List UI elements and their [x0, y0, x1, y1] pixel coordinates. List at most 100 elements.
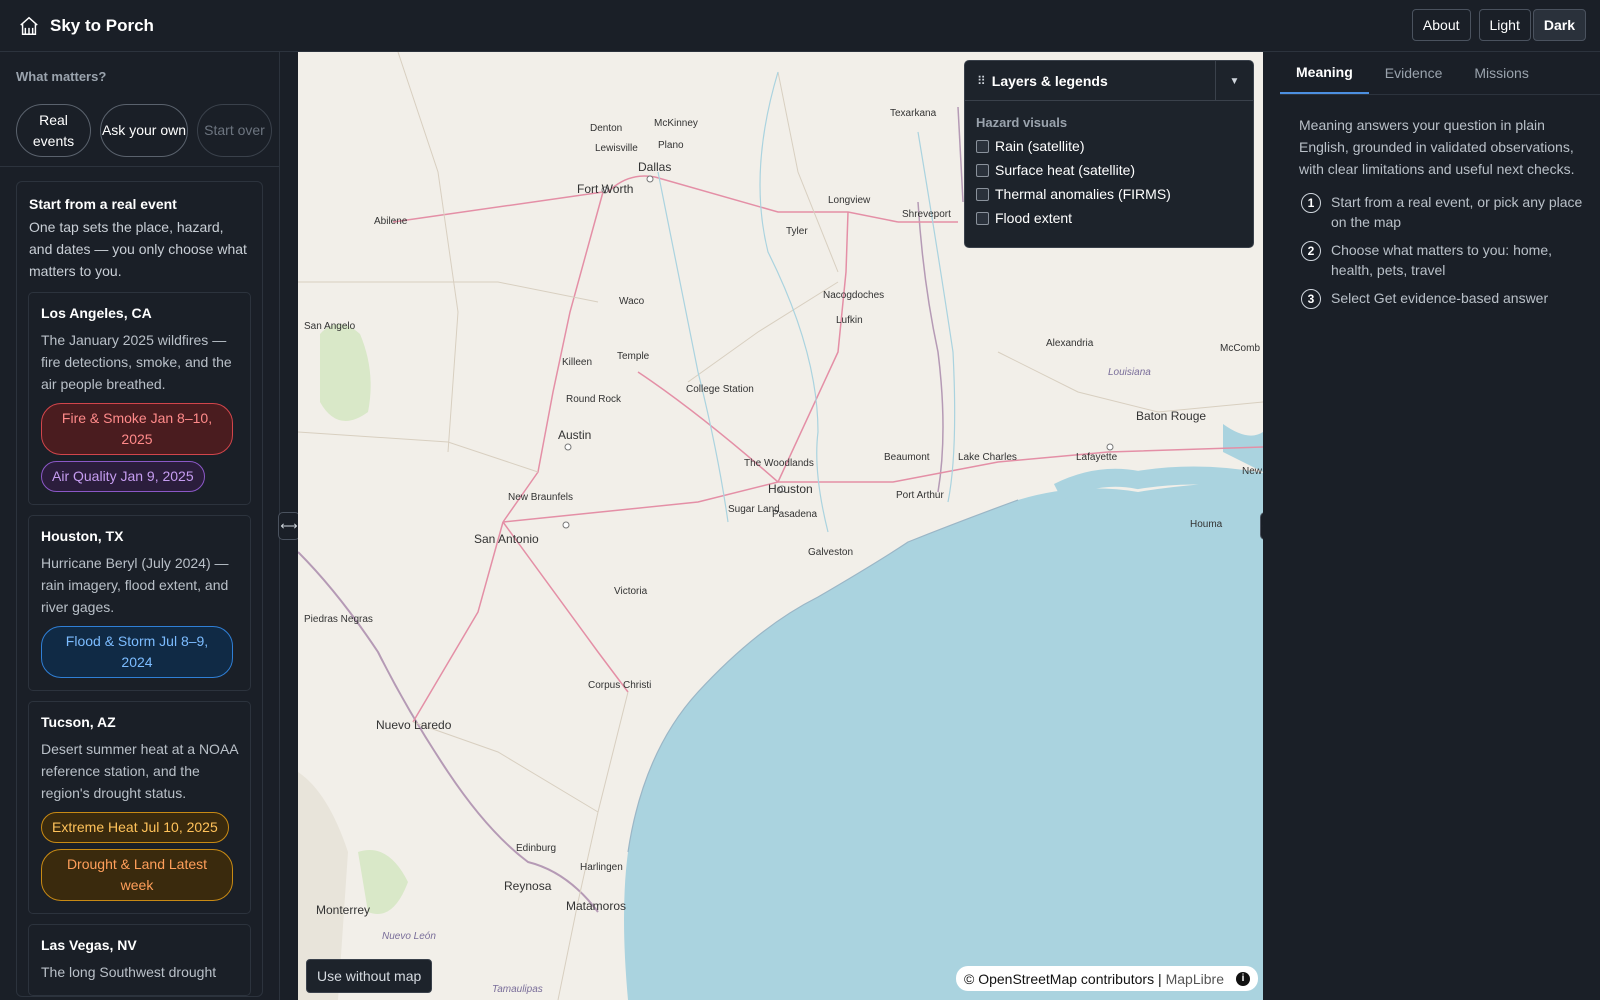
real-events-button[interactable]: Real events: [16, 104, 91, 157]
road: [997, 351, 1263, 413]
drought-land-chip[interactable]: Drought & Land Latest week: [41, 849, 233, 901]
map-label: Alexandria: [1046, 338, 1094, 349]
layer-option-rain[interactable]: Rain (satellite): [976, 138, 1253, 154]
event-title: Tucson, AZ: [41, 714, 116, 730]
right-panel: Meaning Evidence Missions Meaning answer…: [1263, 52, 1600, 1000]
map-label: Reynosa: [504, 879, 552, 893]
step-number: 3: [1301, 289, 1321, 309]
map-label: Lafayette: [1076, 452, 1118, 463]
map-label: Houma: [1190, 519, 1223, 530]
light-theme-button[interactable]: Light: [1478, 9, 1531, 41]
step-item: 3 Select Get evidence-based answer: [1301, 288, 1590, 309]
map-label: Port Arthur: [896, 490, 944, 501]
thermal-checkbox[interactable]: [976, 187, 989, 201]
event-description: Hurricane Beryl (July 2024) — rain image…: [41, 555, 229, 615]
chevron-down-icon: ▼: [1229, 75, 1240, 87]
map-label: Abilene: [374, 216, 408, 227]
layer-label: Flood extent: [995, 210, 1073, 226]
air-quality-chip[interactable]: Air Quality Jan 9, 2025: [41, 461, 205, 492]
tab-evidence[interactable]: Evidence: [1369, 52, 1459, 94]
surface-heat-checkbox[interactable]: [976, 163, 989, 177]
map-label: New Braunfels: [508, 492, 573, 503]
rain-checkbox[interactable]: [976, 139, 989, 153]
map-label: Galveston: [808, 547, 853, 558]
step-item: 2 Choose what matters to you: home, healt…: [1301, 240, 1590, 280]
map-label: Longview: [828, 195, 871, 206]
app-header: Sky to Porch About Light Dark: [0, 0, 1600, 52]
map-label: Dallas: [638, 160, 671, 174]
dark-theme-button[interactable]: Dark: [1532, 9, 1586, 41]
tab-meaning[interactable]: Meaning: [1280, 52, 1369, 94]
layer-option-flood[interactable]: Flood extent: [976, 210, 1253, 226]
highway: [412, 521, 504, 723]
use-without-map-button[interactable]: Use without map: [306, 959, 433, 993]
border: [957, 106, 964, 203]
highway: [502, 521, 629, 693]
map-label: McComb: [1220, 343, 1260, 354]
map-label: Corpus Christi: [588, 680, 651, 691]
brand[interactable]: Sky to Porch: [18, 15, 154, 37]
map-label: Matamoros: [566, 899, 626, 913]
border: [917, 201, 944, 493]
left-panel: What matters? Real events Ask your own S…: [0, 52, 280, 1000]
event-description: Desert summer heat at a NOAA reference s…: [41, 741, 238, 801]
layer-label: Surface heat (satellite): [995, 162, 1136, 178]
map-label: San Angelo: [304, 321, 356, 332]
event-card-las-vegas: Las Vegas, NV The long Southwest drought: [28, 924, 251, 996]
left-resize-handle[interactable]: ⟷: [278, 512, 300, 540]
map-label: Waco: [619, 296, 645, 307]
step-item: 1 Start from a real event, or pick any pl…: [1301, 192, 1590, 232]
map-label: Nacogdoches: [823, 290, 884, 301]
city-marker: [1106, 443, 1114, 451]
fire-smoke-chip[interactable]: Fire & Smoke Jan 8–10, 2025: [41, 403, 233, 455]
road: [557, 691, 629, 1000]
highway: [392, 191, 604, 223]
map-label: Victoria: [614, 586, 648, 597]
layers-title: Layers & legends: [991, 72, 1108, 89]
gulf-of-mexico: [624, 482, 1263, 1000]
green-area: [320, 324, 371, 421]
about-button[interactable]: About: [1411, 9, 1471, 41]
map-label: San Antonio: [474, 532, 539, 546]
attribution-text: © OpenStreetMap contributors |: [964, 970, 1162, 987]
road: [397, 52, 459, 453]
map-label: Temple: [617, 351, 650, 362]
what-matters-label: What matters?: [16, 69, 107, 84]
event-card-tucson: Tucson, AZ Desert summer heat at a NOAA …: [28, 701, 251, 914]
event-description: The January 2025 wildfires — fire detect…: [41, 332, 232, 392]
map-label: Louisiana: [1108, 367, 1151, 378]
events-heading: Start from a real event: [29, 196, 177, 212]
info-icon[interactable]: i: [1235, 971, 1250, 986]
road: [298, 281, 599, 303]
step-text: Choose what matters to you: home, health…: [1331, 242, 1552, 278]
map-label: Beaumont: [884, 452, 930, 463]
event-title: Houston, TX: [41, 528, 124, 544]
map-label: Lake Charles: [958, 452, 1017, 463]
map-label: Nuevo León: [382, 931, 436, 942]
road: [298, 431, 539, 473]
map-label: Shreveport: [902, 209, 951, 220]
event-title: Los Angeles, CA: [41, 305, 152, 321]
ask-your-own-button[interactable]: Ask your own: [100, 104, 188, 157]
map-label: Baton Rouge: [1136, 409, 1206, 423]
drag-handle-icon[interactable]: ⠿: [977, 74, 986, 88]
city-marker: [562, 521, 570, 529]
step-text: Select Get evidence-based answer: [1331, 290, 1549, 306]
flood-checkbox[interactable]: [976, 211, 989, 225]
map-label: Denton: [590, 123, 622, 134]
tab-missions[interactable]: Missions: [1458, 52, 1544, 94]
step-number: 1: [1301, 193, 1321, 213]
collapse-layers-button[interactable]: ▼: [1215, 61, 1253, 101]
map-label: Monterrey: [316, 903, 370, 917]
flood-storm-chip[interactable]: Flood & Storm Jul 8–9, 2024: [41, 626, 233, 678]
map-label: Pasadena: [772, 509, 817, 520]
layer-option-thermal[interactable]: Thermal anomalies (FIRMS): [976, 186, 1253, 202]
map-label: Austin: [558, 428, 591, 442]
start-over-button[interactable]: Start over: [197, 104, 272, 157]
layer-option-surface-heat[interactable]: Surface heat (satellite): [976, 162, 1253, 178]
extreme-heat-chip[interactable]: Extreme Heat Jul 10, 2025: [41, 812, 229, 843]
events-panel: Start from a real event One tap sets the…: [16, 181, 263, 997]
maplibre-link[interactable]: MapLibre: [1166, 971, 1224, 987]
map-label: Texarkana: [890, 108, 937, 119]
meaning-description: Meaning answers your question in plain E…: [1299, 117, 1575, 177]
